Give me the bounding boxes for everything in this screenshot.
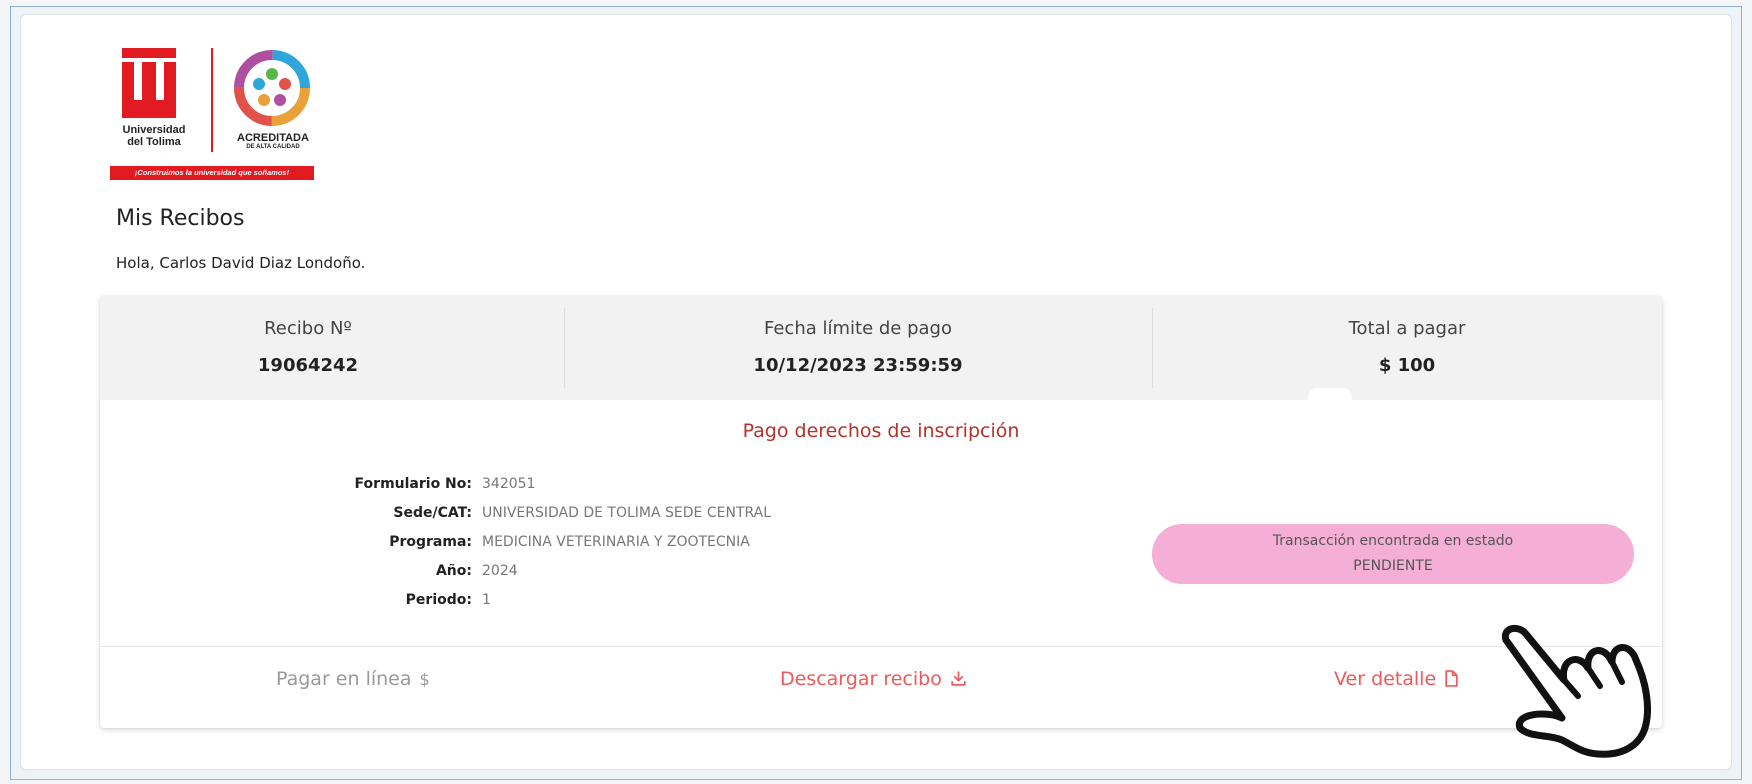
total-label: Total a pagar: [1348, 318, 1466, 339]
detail-value: MEDICINA VETERINARIA Y ZOOTECNIA: [482, 534, 750, 550]
logo-name-line2: del Tolima: [127, 136, 181, 148]
dollar-icon: $: [419, 670, 430, 689]
view-detail-label: Ver detalle: [1334, 668, 1437, 690]
detail-value: 2024: [482, 563, 518, 579]
logo-name-line1: Universidad: [122, 124, 186, 136]
detail-label: Año:: [435, 563, 472, 579]
total-column: Total a pagar $ 100: [1152, 296, 1662, 400]
detail-value: UNIVERSIDAD DE TOLIMA SEDE CENTRAL: [482, 505, 772, 521]
detail-value: 1: [482, 592, 491, 608]
detail-label: Sede/CAT:: [393, 505, 472, 521]
logo-accreditation: ACREDITADA: [237, 132, 309, 144]
pointing-hand-icon: [1501, 624, 1652, 758]
receipt-card: Recibo Nº 19064242 Fecha límite de pago …: [100, 296, 1662, 728]
detail-label: Formulario No:: [354, 476, 472, 492]
download-receipt-label: Descargar recibo: [780, 668, 942, 690]
pay-online-label: Pagar en línea: [276, 668, 412, 690]
receipt-card-header: Recibo Nº 19064242 Fecha límite de pago …: [100, 296, 1662, 400]
receipt-number-column: Recibo Nº 19064242: [100, 296, 516, 400]
status-text: Transacción encontrada en estado: [1272, 533, 1514, 549]
due-date-value: 10/12/2023 23:59:59: [753, 355, 963, 376]
download-icon: [950, 670, 967, 689]
logo-university-name: Universidad del Tolima: [110, 124, 198, 148]
university-logo: Universidad del Tolima ACREDITADA DE ALT…: [110, 46, 320, 180]
page-title: Mis Recibos: [116, 206, 245, 231]
download-receipt-button[interactable]: Descargar recibo: [780, 668, 967, 690]
view-detail-button[interactable]: Ver detalle: [1334, 668, 1459, 690]
payment-concept: Pago derechos de inscripción: [742, 420, 1020, 442]
logo-accreditation-sub: DE ALTA CALIDAD: [246, 144, 300, 150]
logo-slogan: ¡Construimos la universidad que soñamos!: [110, 166, 314, 180]
receipt-number-value: 19064242: [257, 355, 359, 376]
redaction-blot: [1308, 388, 1352, 406]
total-value: $ 100: [1378, 355, 1436, 376]
detail-value: 342051: [482, 476, 536, 492]
transaction-status-badge: Transacción encontrada en estado PENDIEN…: [1152, 524, 1634, 584]
receipt-number-label: Recibo Nº: [264, 318, 352, 339]
accreditation-ring-icon: [234, 50, 310, 126]
logo-divider: [211, 48, 213, 152]
detail-label: Periodo:: [405, 592, 472, 608]
status-value: PENDIENTE: [1353, 558, 1433, 574]
detail-label: Programa:: [389, 534, 472, 550]
due-date-column: Fecha límite de pago 10/12/2023 23:59:59: [564, 296, 1152, 400]
due-date-label: Fecha límite de pago: [763, 318, 952, 339]
document-icon: [1444, 670, 1459, 689]
user-greeting: Hola, Carlos David Diaz Londoño.: [116, 254, 366, 272]
pay-online-button[interactable]: Pagar en línea $: [276, 668, 430, 690]
ut-logo-icon: [122, 48, 176, 118]
card-divider: [100, 646, 1662, 647]
